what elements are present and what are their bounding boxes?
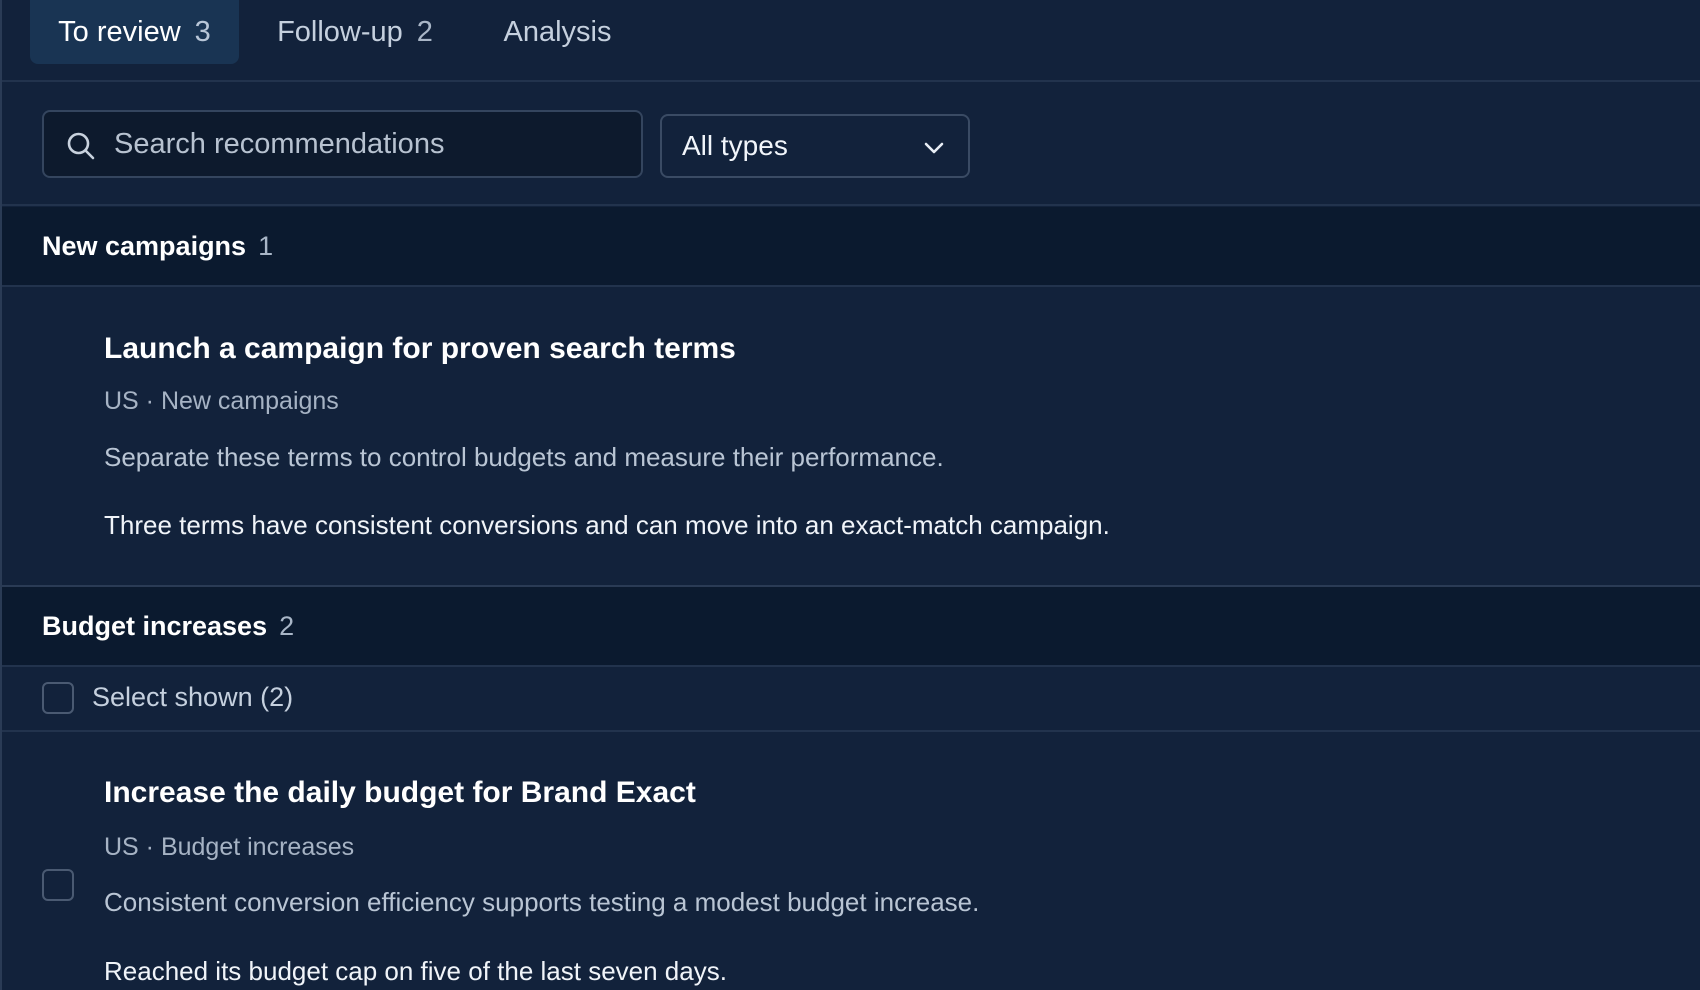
search-icon bbox=[67, 132, 95, 160]
tab-follow-up[interactable]: Follow-up 2 bbox=[258, 0, 452, 64]
chevron-down-icon bbox=[924, 142, 944, 154]
tab-label: Follow-up bbox=[277, 15, 403, 48]
tab-to-review[interactable]: To review 3 bbox=[30, 0, 239, 64]
tab-count: 2 bbox=[416, 15, 433, 48]
section-count: 2 bbox=[279, 610, 295, 641]
section-title: New campaigns bbox=[42, 230, 247, 261]
section-count: 1 bbox=[258, 230, 274, 261]
search-input[interactable] bbox=[114, 120, 624, 168]
section-header-budget-increases[interactable]: Budget increases 2 bbox=[2, 587, 1700, 667]
tab-label: To review bbox=[58, 15, 181, 48]
recommendation-meta: US · Budget increases bbox=[104, 833, 355, 861]
recommendation-description: Consistent conversion efficiency support… bbox=[104, 887, 980, 917]
type-filter-select[interactable]: All types bbox=[660, 114, 970, 178]
section-header-new-campaigns[interactable]: New campaigns 1 bbox=[2, 207, 1700, 287]
select-shown-checkbox[interactable] bbox=[42, 682, 74, 714]
select-shown-label[interactable]: Select shown (2) bbox=[92, 682, 293, 713]
search-box bbox=[42, 110, 643, 178]
tab-label: Analysis bbox=[503, 15, 612, 48]
tab-bar: To review 3 Follow-up 2 Analysis bbox=[2, 0, 1700, 82]
recommendations-page: To review 3 Follow-up 2 Analysis All typ… bbox=[0, 0, 1700, 990]
recommendation-reason: Three terms have consistent conversions … bbox=[104, 510, 1110, 540]
filter-toolbar: All types bbox=[2, 82, 1700, 206]
recommendation-title[interactable]: Launch a campaign for proven search term… bbox=[104, 332, 736, 366]
section-title: Budget increases bbox=[42, 610, 268, 641]
type-filter-value: All types bbox=[682, 130, 788, 161]
select-shown-row: Select shown (2) bbox=[2, 668, 1700, 732]
recommendation-reason: Reached its budget cap on five of the la… bbox=[104, 956, 727, 986]
recommendation-meta: US · New campaigns bbox=[104, 387, 339, 415]
tab-analysis[interactable]: Analysis bbox=[480, 0, 635, 64]
recommendation-title[interactable]: Increase the daily budget for Brand Exac… bbox=[104, 776, 696, 810]
tab-count: 3 bbox=[194, 15, 211, 48]
recommendation-checkbox[interactable] bbox=[42, 869, 74, 901]
recommendation-description: Separate these terms to control budgets … bbox=[104, 442, 944, 472]
